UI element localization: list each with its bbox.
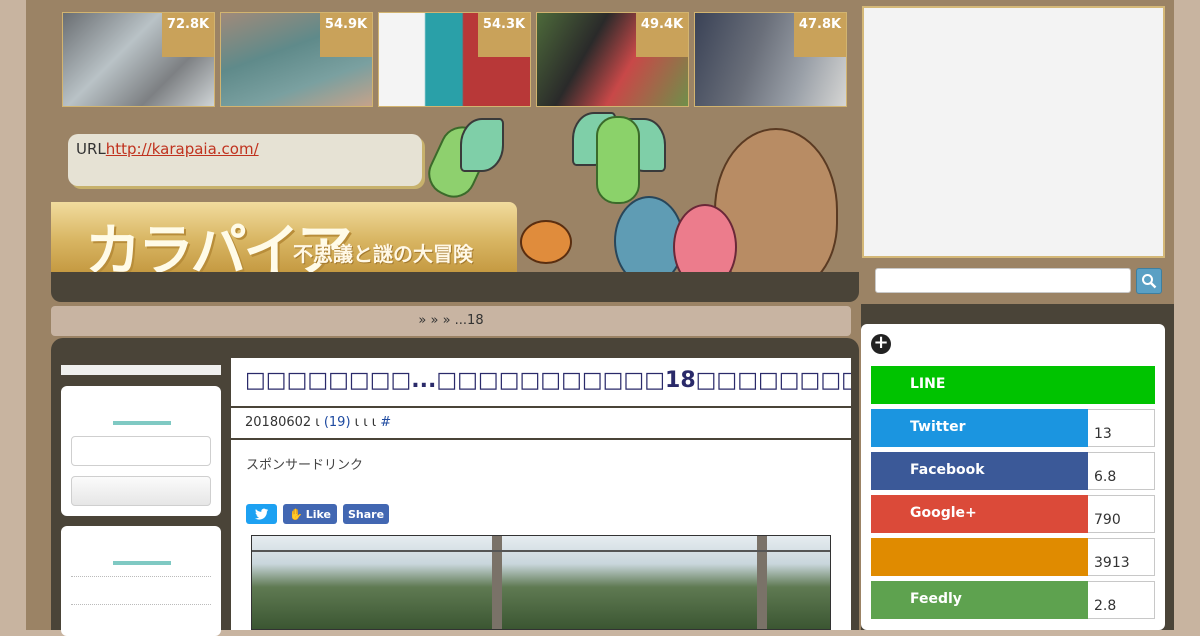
share-count: 6.8: [1088, 452, 1155, 490]
list-divider: [71, 604, 211, 605]
share-row-feedly[interactable]: Feedly 2.8: [871, 581, 1155, 619]
left-list-widget: [61, 526, 221, 636]
thumbnail-1[interactable]: 72.8K: [62, 12, 215, 107]
url-label: URL: [76, 140, 106, 158]
header-bottom-band: [51, 272, 859, 302]
plus-icon[interactable]: +: [871, 334, 891, 354]
like-label: Like: [305, 507, 331, 521]
hashtag-link[interactable]: #: [380, 415, 391, 430]
bee-character: [520, 220, 572, 264]
url-box: URLhttp://karapaia.com/: [68, 134, 422, 186]
thumbnail-5[interactable]: 47.8K: [694, 12, 847, 107]
breadcrumb[interactable]: » » » ...18: [51, 306, 851, 336]
share-label: Twitter: [871, 409, 1088, 447]
share-row-facebook[interactable]: Facebook 6.8: [871, 452, 1155, 490]
site-tagline: 不思議と謎の大冒険: [293, 242, 473, 266]
site-url-link[interactable]: http://karapaia.com/: [106, 140, 259, 158]
share-label: Google+: [871, 495, 1088, 533]
article-title[interactable]: □□□□□□□□...□□□□□□□□□□□18□□□□□□□□□□□□: [231, 358, 851, 408]
share-row-googleplus[interactable]: Google+ 790: [871, 495, 1155, 533]
share-count: 3913: [1088, 538, 1155, 576]
comment-count-link[interactable]: (19): [324, 415, 351, 430]
left-search-input[interactable]: [71, 436, 211, 466]
share-label: Share: [347, 507, 385, 521]
popular-thumbnails: 72.8K 54.9K 54.3K 49.4K 47.8K: [62, 12, 847, 107]
view-count: 72.8K: [162, 13, 214, 57]
facebook-share-button[interactable]: Share: [343, 504, 389, 524]
share-row-twitter[interactable]: Twitter 13: [871, 409, 1155, 447]
thumbs-up-icon: ✋: [289, 507, 303, 521]
list-divider: [71, 576, 211, 577]
ad-box[interactable]: [862, 6, 1165, 258]
left-search-button[interactable]: [71, 476, 211, 506]
widget-rule: [113, 561, 171, 565]
view-count: 49.4K: [636, 13, 688, 57]
article: □□□□□□□□...□□□□□□□□□□□18□□□□□□□□□□□□ 201…: [231, 358, 851, 630]
search-input[interactable]: [875, 268, 1131, 293]
sponsored-link-label: スポンサードリンク: [246, 458, 364, 473]
facebook-like-button[interactable]: ✋ Like: [283, 504, 337, 524]
thumbnail-4[interactable]: 49.4K: [536, 12, 689, 107]
view-count: 54.9K: [320, 13, 372, 57]
view-count: 54.3K: [478, 13, 530, 57]
share-row-hatena[interactable]: 3913: [871, 538, 1155, 576]
share-label: Feedly: [871, 581, 1088, 619]
share-panel: + LINE Twitter 13 Facebook 6.8 Google+ 7…: [861, 324, 1165, 630]
butterfly-wing: [460, 118, 504, 172]
share-count: 790: [1088, 495, 1155, 533]
power-line: [252, 550, 830, 552]
search-button[interactable]: [1136, 268, 1162, 294]
share-buttons: ✋ Like Share: [246, 504, 389, 524]
article-meta: 20180602 ι (19) ι ι ι #: [231, 408, 851, 440]
share-label: LINE: [871, 366, 1155, 404]
tweet-button[interactable]: [246, 504, 277, 524]
share-count: 13: [1088, 409, 1155, 447]
left-sidebar-bar: [61, 365, 221, 375]
site-search: [875, 268, 1162, 294]
share-row-line[interactable]: LINE: [871, 366, 1155, 404]
article-photo: [251, 535, 831, 630]
twitter-bird-icon: [254, 508, 268, 520]
thumbnail-2[interactable]: 54.9K: [220, 12, 373, 107]
left-search-widget: [61, 386, 221, 516]
site-logo-banner[interactable]: カラパイア 不思議と謎の大冒険: [51, 202, 517, 284]
share-label: Facebook: [871, 452, 1088, 490]
share-label: [871, 538, 1088, 576]
widget-rule: [113, 421, 171, 425]
search-icon: [1142, 274, 1157, 289]
butterfly-character: [596, 116, 640, 204]
view-count: 47.8K: [794, 13, 846, 57]
share-count: 2.8: [1088, 581, 1155, 619]
meta-separators: ι ι ι: [354, 415, 381, 430]
thumbnail-3[interactable]: 54.3K: [378, 12, 531, 107]
article-date: 20180602 ι: [245, 415, 320, 430]
